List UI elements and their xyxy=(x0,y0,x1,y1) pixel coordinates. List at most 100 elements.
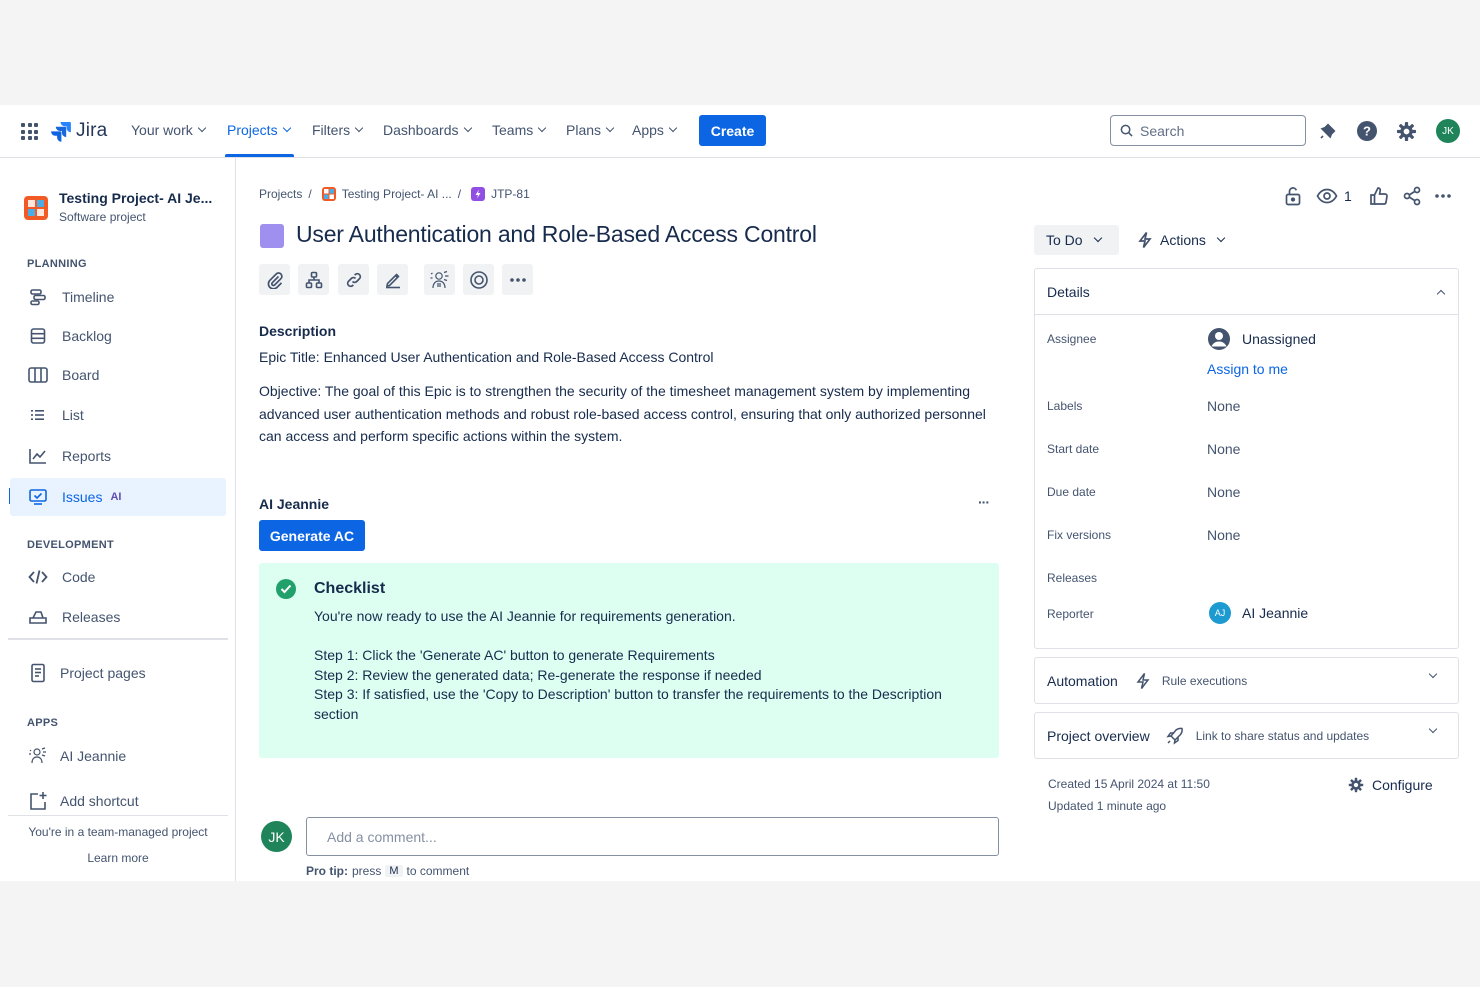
sidebar-item-reports[interactable]: Reports xyxy=(10,437,226,475)
actions-dropdown[interactable]: Actions xyxy=(1138,225,1226,255)
project-avatar[interactable] xyxy=(24,196,48,220)
project-type: Software project xyxy=(59,210,146,224)
labels-label: Labels xyxy=(1047,399,1083,413)
like-button[interactable] xyxy=(1369,185,1389,207)
nav-dashboards[interactable]: Dashboards xyxy=(383,122,472,138)
attach-button[interactable] xyxy=(259,264,290,295)
sidebar-item-board[interactable]: Board xyxy=(10,356,226,394)
top-navigation: Jira Your work Projects Filters Dashboar… xyxy=(0,105,1480,158)
comment-input[interactable]: Add a comment... xyxy=(306,817,999,856)
project-overview-panel[interactable]: Project overview Link to share status an… xyxy=(1034,712,1459,759)
user-avatar[interactable]: JK xyxy=(1436,119,1460,143)
assignee-field[interactable]: Unassigned xyxy=(1207,327,1316,351)
planning-section-title: PLANNING xyxy=(27,258,87,270)
ai-jeannie-more-button[interactable]: ··· xyxy=(978,494,990,510)
sidebar-item-label: Reports xyxy=(62,448,112,464)
nav-apps[interactable]: Apps xyxy=(632,122,678,138)
edit-icon xyxy=(385,272,400,288)
ai-jeannie-button[interactable] xyxy=(424,264,455,295)
notifications-icon[interactable] xyxy=(1317,120,1339,142)
lock-button[interactable] xyxy=(1284,185,1302,207)
configure-button[interactable]: Configure xyxy=(1348,777,1433,793)
create-button[interactable]: Create xyxy=(699,115,766,146)
nav-plans[interactable]: Plans xyxy=(566,122,615,138)
start-date-label: Start date xyxy=(1047,442,1100,456)
project-name[interactable]: Testing Project- AI Je... xyxy=(59,190,212,206)
unlock-icon xyxy=(1285,187,1301,206)
assign-to-me-link[interactable]: Assign to me xyxy=(1207,361,1288,377)
epic-icon xyxy=(471,187,486,201)
automation-subtitle: Rule executions xyxy=(1161,673,1248,688)
epic-color-icon[interactable] xyxy=(260,224,284,248)
sidebar-item-label: Code xyxy=(62,569,96,585)
labels-value[interactable]: None xyxy=(1207,398,1240,414)
check-circle-icon xyxy=(276,579,296,599)
created-timestamp: Created 15 April 2024 at 11:50 xyxy=(1048,777,1210,791)
fix-versions-label: Fix versions xyxy=(1047,528,1112,542)
sidebar-item-code[interactable]: Code xyxy=(10,558,226,596)
sidebar-item-issues[interactable]: Issues AI xyxy=(10,478,226,516)
gear-icon xyxy=(1348,777,1364,793)
sidebar-item-label: Timeline xyxy=(62,289,115,305)
add-shortcut-icon xyxy=(28,791,48,811)
app-switcher-icon[interactable] xyxy=(21,123,38,140)
status-dropdown[interactable]: To Do xyxy=(1034,225,1119,255)
breadcrumb-project[interactable]: Testing Project- AI ... xyxy=(342,187,452,201)
sidebar-item-label: List xyxy=(62,407,84,423)
status-label: To Do xyxy=(1046,232,1083,248)
nav-teams[interactable]: Teams xyxy=(492,122,547,138)
share-icon xyxy=(1403,186,1421,206)
add-child-issue-button[interactable] xyxy=(298,264,329,295)
sidebar-item-backlog[interactable]: Backlog xyxy=(10,317,226,355)
reporter-avatar: AJ xyxy=(1209,602,1231,624)
watchers-button[interactable]: 1 xyxy=(1316,185,1352,207)
sidebar-item-list[interactable]: List xyxy=(10,396,226,434)
chevron-down-icon xyxy=(605,123,615,133)
nav-projects[interactable]: Projects xyxy=(227,122,291,138)
due-date-value[interactable]: None xyxy=(1207,484,1240,500)
more-icon xyxy=(1435,194,1451,198)
more-options-button[interactable] xyxy=(1434,185,1452,207)
breadcrumb-separator: / xyxy=(457,187,462,201)
sidebar-item-project-pages[interactable]: Project pages xyxy=(10,654,226,692)
link-issue-button[interactable] xyxy=(338,264,369,295)
link-icon xyxy=(346,272,361,287)
releases-label: Releases xyxy=(1047,571,1098,585)
start-date-value[interactable]: None xyxy=(1207,441,1240,457)
more-actions-button[interactable] xyxy=(502,264,533,295)
svg-text:?: ? xyxy=(1363,124,1371,139)
search-placeholder: Search xyxy=(1140,122,1185,139)
breadcrumb-separator: / xyxy=(308,187,312,201)
reporter-field[interactable]: AJ AI Jeannie xyxy=(1209,602,1308,624)
nav-your-work[interactable]: Your work xyxy=(131,122,206,138)
sidebar-item-ai-jeannie[interactable]: AI Jeannie xyxy=(10,737,226,775)
nav-filters[interactable]: Filters xyxy=(312,122,364,138)
breadcrumb-issue-key[interactable]: JTP-81 xyxy=(491,187,530,201)
learn-more-link[interactable]: Learn more xyxy=(0,851,236,865)
help-icon[interactable]: ? xyxy=(1356,120,1378,142)
description-epic-title[interactable]: Epic Title: Enhanced User Authentication… xyxy=(259,346,999,369)
target-button[interactable] xyxy=(463,264,494,295)
commenter-avatar: JK xyxy=(261,821,292,852)
target-icon xyxy=(469,270,488,289)
settings-gear-icon[interactable] xyxy=(1395,120,1417,142)
breadcrumb-projects[interactable]: Projects xyxy=(259,187,302,201)
details-header[interactable]: Details xyxy=(1035,269,1458,315)
active-nav-indicator xyxy=(225,154,294,157)
jira-logo[interactable]: Jira xyxy=(50,119,107,143)
description-objective[interactable]: Objective: The goal of this Epic is to s… xyxy=(259,380,999,448)
search-input[interactable]: Search xyxy=(1110,115,1306,146)
configure-label: Configure xyxy=(1372,777,1433,793)
edit-button[interactable] xyxy=(377,264,408,295)
sidebar-item-releases[interactable]: Releases xyxy=(10,598,226,636)
sidebar-item-timeline[interactable]: Timeline xyxy=(10,278,226,316)
automation-title: Automation xyxy=(1047,672,1118,689)
chevron-down-icon xyxy=(354,123,364,133)
generate-ac-button[interactable]: Generate AC xyxy=(259,520,365,551)
share-button[interactable] xyxy=(1402,185,1422,207)
nav-label: Plans xyxy=(566,122,602,138)
automation-panel[interactable]: Automation Rule executions xyxy=(1034,657,1459,704)
fix-versions-value[interactable]: None xyxy=(1207,527,1240,543)
issue-title[interactable]: User Authentication and Role-Based Acces… xyxy=(296,221,817,248)
lightning-icon xyxy=(1138,231,1152,249)
